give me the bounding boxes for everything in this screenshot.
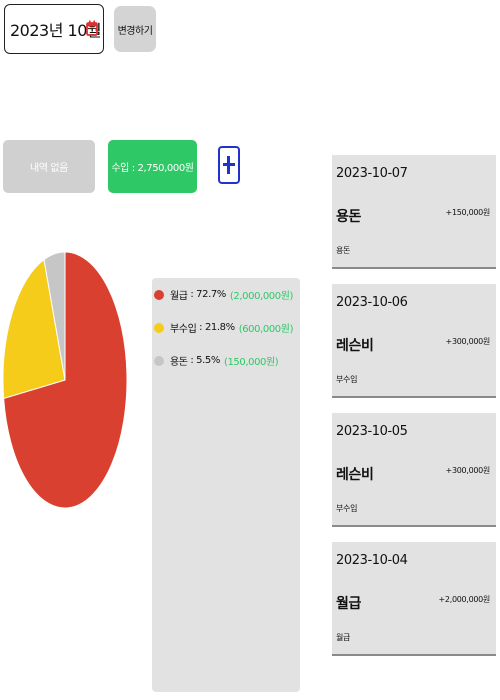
expense-tab-button[interactable]: 내역 없음 bbox=[3, 140, 95, 193]
entry-date: 2023-10-04 bbox=[336, 553, 408, 568]
income-pie-chart bbox=[3, 251, 128, 509]
legend-percent: 72.7% bbox=[196, 289, 226, 300]
entry-date: 2023-10-06 bbox=[336, 295, 408, 310]
legend-item: 용돈 : 5.5% (150,000원) bbox=[154, 353, 279, 368]
legend-label: 용돈 bbox=[170, 357, 188, 368]
legend-dot bbox=[154, 289, 164, 300]
legend-label: 부수입 bbox=[170, 324, 197, 335]
month-picker-input[interactable]: 2023년 10월 bbox=[4, 4, 104, 54]
legend-amount: (2,000,000원) bbox=[229, 291, 294, 302]
income-tab-button[interactable]: 수입 : 2,750,000원 bbox=[108, 140, 197, 193]
legend-dot bbox=[154, 322, 164, 333]
legend-dot bbox=[154, 355, 164, 366]
legend-percent: 5.5% bbox=[196, 355, 220, 366]
legend-amount: (600,000원) bbox=[238, 324, 294, 335]
entry-card[interactable]: 2023-10-07 용돈 +150,000원 용돈 bbox=[332, 155, 496, 269]
entry-category: 부수입 bbox=[336, 375, 358, 384]
entry-title: 레슨비 bbox=[336, 467, 374, 483]
entry-date: 2023-10-07 bbox=[336, 166, 408, 181]
legend-percent: 21.8% bbox=[204, 322, 235, 333]
legend-item: 월급 : 72.7% (2,000,000원) bbox=[154, 287, 293, 302]
entry-amount: +150,000원 bbox=[445, 208, 491, 217]
legend-item: 부수입 : 21.8% (600,000원) bbox=[154, 320, 293, 335]
change-month-button[interactable]: 변경하기 bbox=[114, 6, 156, 52]
entry-date: 2023-10-05 bbox=[336, 424, 408, 439]
entry-amount: +300,000원 bbox=[445, 466, 491, 475]
legend-amount: (150,000원) bbox=[223, 357, 279, 368]
entry-title: 월급 bbox=[336, 596, 361, 612]
pie-legend: 월급 : 72.7% (2,000,000원) 부수입 : 21.8% (600… bbox=[152, 278, 300, 692]
add-entry-button[interactable] bbox=[218, 146, 240, 184]
entry-title: 레슨비 bbox=[336, 338, 374, 354]
entry-amount: +2,000,000원 bbox=[438, 595, 491, 604]
entry-card[interactable]: 2023-10-04 월급 +2,000,000원 월급 bbox=[332, 542, 496, 656]
legend-label: 월급 bbox=[170, 291, 188, 302]
entry-amount: +300,000원 bbox=[445, 337, 491, 346]
calendar-icon[interactable] bbox=[86, 20, 98, 36]
entry-category: 용돈 bbox=[336, 246, 351, 255]
entry-category: 월급 bbox=[336, 633, 351, 642]
entry-card[interactable]: 2023-10-06 레슨비 +300,000원 부수입 bbox=[332, 284, 496, 398]
entry-title: 용돈 bbox=[336, 209, 361, 225]
entry-card[interactable]: 2023-10-05 레슨비 +300,000원 부수입 bbox=[332, 413, 496, 527]
entry-category: 부수입 bbox=[336, 504, 358, 513]
